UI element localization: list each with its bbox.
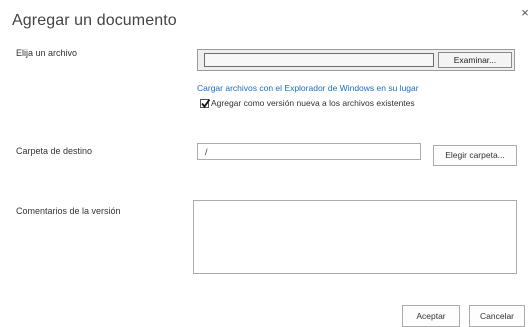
version-comments-label: Comentarios de la versión [16,206,121,216]
browse-button[interactable]: Examinar... [438,52,512,68]
cancel-button[interactable]: Cancelar [469,305,525,327]
add-as-new-version-checkbox[interactable] [200,98,211,108]
destination-folder-label: Carpeta de destino [16,146,93,156]
add-as-new-version-label: Agregar como versión nueva a los archivo… [211,98,415,108]
choose-file-label: Elija un archivo [16,48,78,58]
add-document-dialog: Agregar un documento × Elija un archivo … [0,0,531,327]
windows-explorer-link[interactable]: Cargar archivos con el Explorador de Win… [197,83,419,93]
version-comments-input[interactable] [193,200,517,274]
close-icon[interactable]: × [519,6,531,20]
dialog-title: Agregar un documento [12,12,177,29]
add-as-new-version-option[interactable]: Agregar como versión nueva a los archivo… [200,97,415,109]
choose-folder-button[interactable]: Elegir carpeta... [433,145,517,166]
file-upload-field[interactable]: Examinar... [197,49,515,71]
checkmark-icon [201,98,211,108]
destination-folder-input[interactable] [197,143,421,160]
accept-button[interactable]: Aceptar [402,305,460,327]
file-path-input[interactable] [204,53,434,67]
